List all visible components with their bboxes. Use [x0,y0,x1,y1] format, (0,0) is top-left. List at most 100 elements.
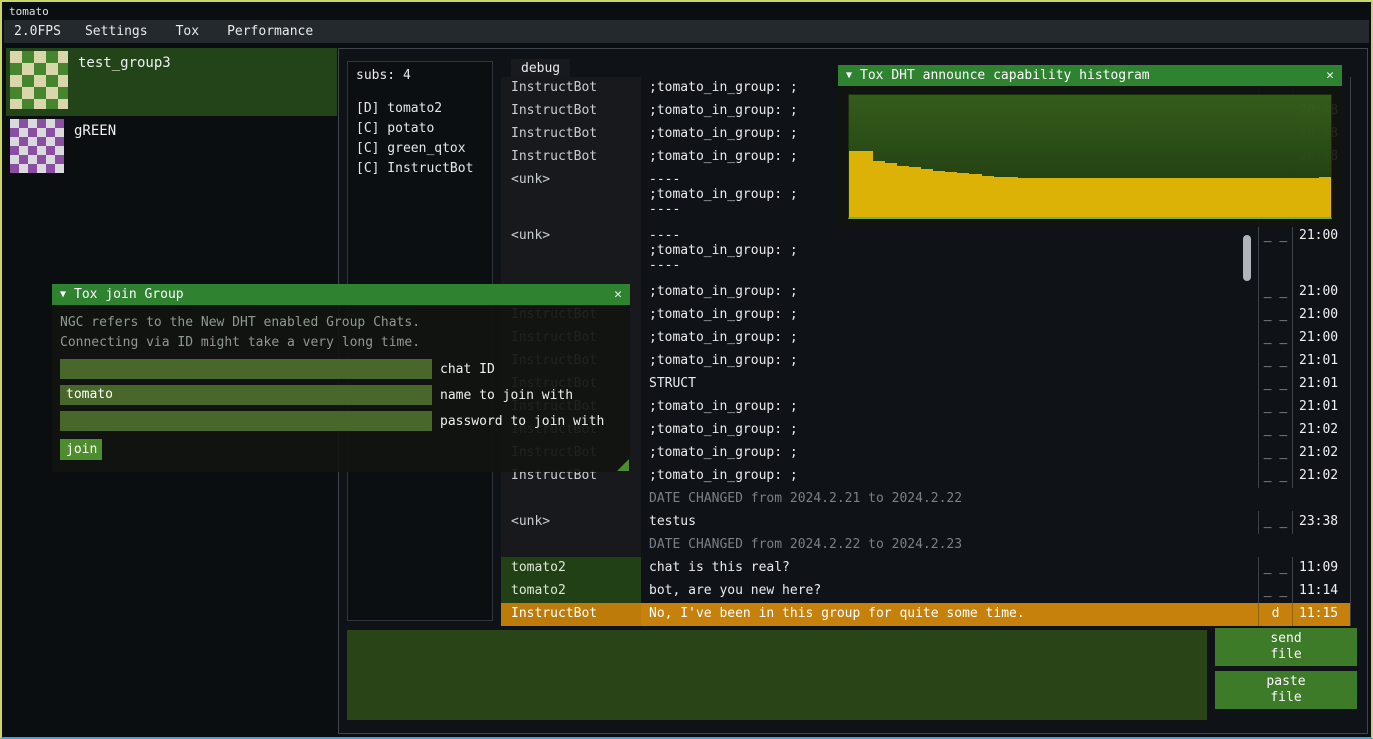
sender-name: InstructBot [501,100,641,123]
subs-header: subs: 4 [356,68,484,83]
message-text: ---- ;tomato_in_group: ; ---- [641,225,1258,281]
message-text: ;tomato_in_group: ; [641,281,1258,304]
histogram-bar [909,167,921,217]
histogram-bar [1066,178,1078,217]
chat-scrollbar-thumb[interactable] [1243,235,1251,281]
join-input-2[interactable] [60,411,432,431]
histogram-bar [921,169,933,217]
send-file-button[interactable]: send file [1215,628,1357,666]
paste-file-button[interactable]: paste file [1215,671,1357,709]
member-item-tomato2[interactable]: [D] tomato2 [356,99,484,119]
chat-row[interactable]: tomato2chat is this real?_ _11:09 [501,557,1350,580]
histogram-bar [1222,178,1234,217]
app-window: tomato 2.0FPS SettingsToxPerformance tes… [0,0,1373,739]
member-item-potato[interactable]: [C] potato [356,119,484,139]
message-time: 21:01 [1292,350,1350,373]
message-text: ;tomato_in_group: ; [641,465,1258,488]
histogram-bar [1307,178,1319,217]
window-titlebar[interactable]: tomato [4,4,1369,20]
histogram-bar [1295,178,1307,217]
resize-grip-icon[interactable] [617,459,629,471]
histogram-bar [873,161,885,217]
subs-list: [D] tomato2[C] potato[C] green_qtox[C] I… [356,99,484,179]
join-info-line: NGC refers to the New DHT enabled Group … [60,313,622,333]
message-input[interactable] [347,630,1207,720]
message-time: 23:38 [1292,511,1350,534]
sidebar-item-gREEN[interactable]: gREEN [6,116,337,184]
date-changed-row: DATE CHANGED from 2024.2.21 to 2024.2.22 [501,488,1350,511]
menu-item-performance[interactable]: Performance [213,24,327,39]
message-flags: _ _ [1258,442,1292,465]
message-text: ;tomato_in_group: ; [641,396,1258,419]
collapse-arrow-icon[interactable]: ▼ [60,289,66,300]
histogram-bar [994,177,1006,217]
sidebar-item-test_group3[interactable]: test_group3 [6,48,337,116]
histogram-bar [1271,178,1283,217]
message-flags: _ _ [1258,281,1292,304]
sender-name: <unk> [501,511,641,534]
message-flags: _ _ [1258,327,1292,350]
histogram-bar [1018,178,1030,217]
message-flags: _ _ [1258,373,1292,396]
histogram-bar [849,151,861,217]
histogram-window: ▼ Tox DHT announce capability histogram … [838,65,1342,227]
message-flags: _ _ [1258,225,1292,281]
chat-row[interactable]: <unk>testus_ _23:38 [501,511,1350,534]
close-icon[interactable]: ✕ [1326,68,1334,83]
histogram-bar [1198,178,1210,217]
date-changed-row: DATE CHANGED from 2024.2.22 to 2024.2.23 [501,534,1350,557]
histogram-bar [1235,178,1247,217]
join-field-row: chat ID [60,359,622,379]
message-text: No, I've been in this group for quite so… [641,603,1258,626]
member-item-InstructBot[interactable]: [C] InstructBot [356,159,484,179]
member-item-green_qtox[interactable]: [C] green_qtox [356,139,484,159]
join-input-0[interactable] [60,359,432,379]
histogram-bar [933,171,945,217]
histogram-body [838,86,1342,227]
group-sidebar: test_group3 gREEN [6,48,337,184]
histogram-bar [1114,178,1126,217]
menu-item-settings[interactable]: Settings [71,24,162,39]
message-time: 21:02 [1292,465,1350,488]
histogram-titlebar[interactable]: ▼ Tox DHT announce capability histogram … [838,65,1342,86]
chat-row[interactable]: tomato2bot, are you new here?_ _11:14 [501,580,1350,603]
date-changed-text: DATE CHANGED from 2024.2.22 to 2024.2.23 [641,534,1350,557]
sender-name: tomato2 [501,557,641,580]
join-group-window: ▼ Tox join Group ✕ NGC refers to the New… [52,284,630,472]
group-name-label: gREEN [74,119,116,139]
histogram-plot [848,94,1332,219]
message-time: 21:01 [1292,373,1350,396]
group-avatar [10,51,68,109]
group-name-label: test_group3 [78,51,171,71]
message-text: ;tomato_in_group: ; [641,350,1258,373]
message-time: 21:01 [1292,396,1350,419]
join-fields: chat ID tomato name to join with password t… [60,359,622,431]
close-icon[interactable]: ✕ [614,287,622,302]
join-group-titlebar[interactable]: ▼ Tox join Group ✕ [52,284,630,305]
collapse-arrow-icon[interactable]: ▼ [846,70,852,81]
message-time: 21:00 [1292,225,1350,281]
join-input-1[interactable]: tomato [60,385,432,405]
histogram-bar [1162,178,1174,217]
join-input-label: chat ID [440,362,495,377]
histogram-bar [861,151,873,217]
join-input-label: password to join with [440,414,604,429]
chat-row[interactable]: <unk>---- ;tomato_in_group: ; ----_ _21:… [501,225,1350,281]
histogram-bar [1283,178,1295,217]
join-input-label: name to join with [440,388,573,403]
histogram-bar [1138,178,1150,217]
message-text: chat is this real? [641,557,1258,580]
message-time: 21:00 [1292,327,1350,350]
message-flags: _ _ [1258,580,1292,603]
histogram-bar [885,163,897,217]
sender-name: InstructBot [501,77,641,100]
menu-item-tox[interactable]: Tox [162,24,213,39]
message-text: testus [641,511,1258,534]
histogram-bar [1078,178,1090,217]
message-time: 11:09 [1292,557,1350,580]
window-title: tomato [9,5,49,18]
sender-name: InstructBot [501,146,641,169]
tab-debug[interactable]: debug [511,59,570,78]
join-button[interactable]: join [60,439,102,460]
chat-row[interactable]: InstructBotNo, I've been in this group f… [501,603,1350,626]
